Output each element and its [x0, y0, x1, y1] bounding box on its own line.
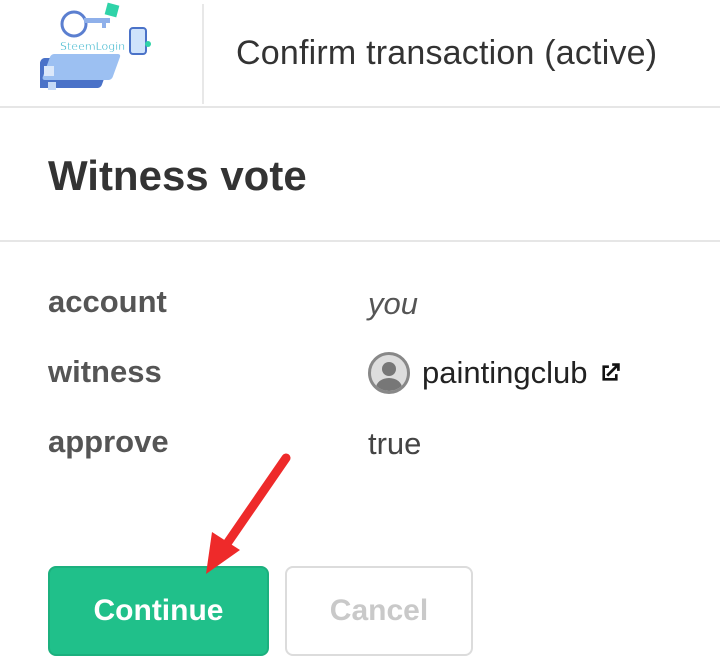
red-arrow-icon	[206, 453, 291, 574]
header-divider	[202, 4, 204, 104]
witness-value[interactable]: paintingclub	[368, 352, 623, 394]
witness-name[interactable]: paintingclub	[422, 355, 587, 391]
continue-button[interactable]: Continue	[48, 566, 269, 656]
approve-label: approve	[48, 424, 169, 459]
operation-title: Witness vote	[48, 152, 307, 199]
logo-text: SteemLogin	[60, 40, 125, 53]
header: SteemLogin Confirm transaction (active)	[0, 0, 720, 108]
steemlogin-logo: SteemLogin	[40, 2, 151, 90]
section-divider	[0, 240, 720, 242]
external-link-icon[interactable]	[597, 360, 623, 386]
account-label: account	[48, 284, 167, 319]
witness-label: witness	[48, 354, 162, 389]
cancel-button[interactable]: Cancel	[285, 566, 473, 656]
user-avatar-icon	[368, 352, 410, 394]
page-title: Confirm transaction (active)	[236, 34, 658, 72]
approve-value: true	[368, 426, 422, 461]
account-value: you	[368, 286, 418, 321]
